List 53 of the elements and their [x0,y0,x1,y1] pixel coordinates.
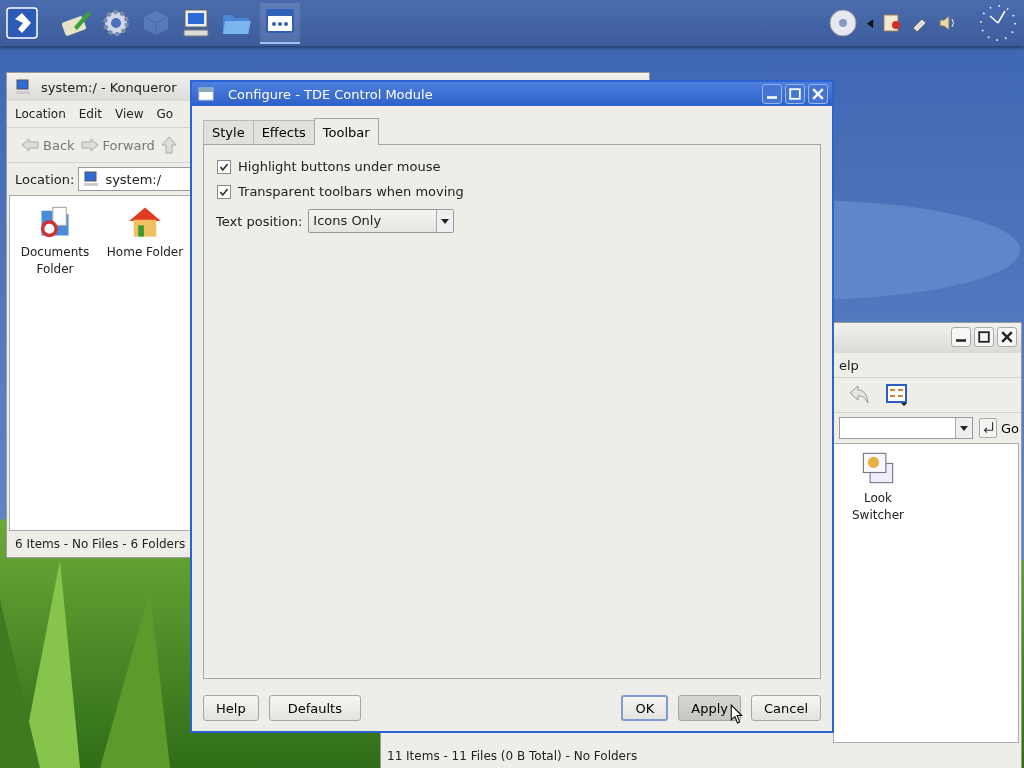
menu-icon[interactable] [6,7,38,39]
text-position-label: Text position: [216,213,303,229]
menu-item[interactable]: View [115,107,144,121]
dialog-button[interactable]: OK [621,695,669,721]
tab[interactable]: Effects [252,120,315,144]
computer-icon [83,171,100,187]
window-icon[interactable] [860,450,896,486]
tab[interactable]: Toolbar [313,118,379,145]
item-label[interactable]: Home Folder [106,244,184,261]
back-button[interactable]: Back [21,137,75,153]
dialog-button[interactable]: Apply [678,695,741,721]
menu-item[interactable]: Edit [78,107,102,121]
computer-icon [15,79,31,95]
item-label[interactable]: Documents Folder [10,244,100,278]
tab[interactable]: Style [203,120,254,144]
caret-icon [441,218,450,224]
caret-icon[interactable] [960,425,968,431]
view-mode-icon[interactable] [885,383,909,407]
menu-item[interactable]: Location [15,107,66,121]
gear-icon[interactable] [100,7,132,39]
status-text: 6 Items - No Files - 6 Folders [14,536,187,553]
close-button[interactable] [997,327,1017,347]
clock-icon[interactable] [978,3,1018,43]
status-text: 11 Items - 11 Files (0 B Total) - No Folders [386,748,639,765]
arrow-left-icon[interactable] [867,18,874,28]
minimize-icon [767,96,777,99]
computer-icon[interactable] [180,7,212,39]
menu-item[interactable]: elp [839,357,859,373]
location-field[interactable] [839,417,973,439]
disc-icon[interactable] [827,7,859,39]
checkbox[interactable] [217,184,231,199]
maximize-button[interactable] [974,327,994,347]
location-label: Location: [15,171,75,187]
mouse-cursor-icon [730,704,743,724]
dialog-button[interactable]: Cancel [750,695,821,721]
clipboard-icon[interactable] [882,13,902,33]
checkbox[interactable] [217,159,231,174]
checkbox-label[interactable]: Highlight buttons under mouse [238,159,441,174]
window-title: system:/ - Konqueror [41,79,177,95]
forward-arrow-icon [80,138,99,152]
checkbox-label[interactable]: Transparent toolbars when moving [238,184,464,199]
go-button[interactable]: Go [979,418,1020,438]
forward-button[interactable]: Forward [80,137,155,153]
menu-item[interactable]: Go [156,107,174,121]
dialog-button[interactable]: Help [203,695,259,721]
window-title: Configure - TDE Control Module [228,86,434,102]
window-icon [198,86,214,102]
item-label[interactable]: Look Switcher [838,490,918,524]
back-arrow-icon [21,138,39,152]
minimize-icon [956,339,966,342]
minimize-button[interactable] [951,327,971,347]
dialog-button[interactable]: Defaults [268,695,361,721]
text-position-dropdown[interactable]: Icons Only [308,209,455,233]
